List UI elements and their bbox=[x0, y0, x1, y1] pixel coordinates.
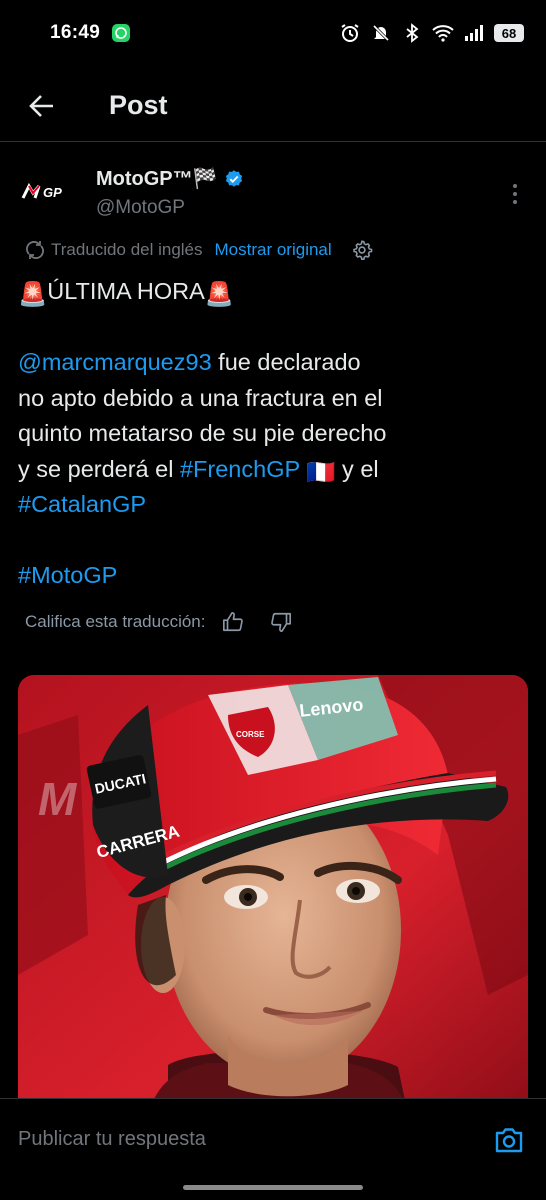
home-indicator[interactable] bbox=[183, 1185, 363, 1190]
hashtag-catalangp[interactable]: #CatalanGP bbox=[18, 491, 146, 517]
more-options-button[interactable] bbox=[500, 172, 530, 216]
text-segment: fue declarado bbox=[211, 349, 361, 375]
status-time: 16:49 bbox=[50, 22, 101, 43]
text-segment: y se perderá el bbox=[18, 455, 180, 482]
text-segment: no apto debido a una fractura en el bbox=[18, 384, 383, 411]
signal-icon bbox=[463, 22, 485, 44]
headline-line: 🚨ÚLTIMA HORA🚨 bbox=[18, 274, 528, 310]
rider-photo: M DUCATI CARRERA CORSE Lenovo bbox=[18, 675, 528, 1115]
author-display-name[interactable]: MotoGP™🏁 bbox=[96, 166, 218, 191]
motogp-logo-icon: GP bbox=[21, 182, 62, 200]
bluetooth-icon bbox=[401, 22, 423, 44]
reply-composer bbox=[0, 1098, 546, 1180]
reply-input[interactable] bbox=[18, 1128, 492, 1151]
gear-icon bbox=[352, 240, 372, 261]
translate-icon bbox=[26, 241, 44, 259]
rate-translation-label: Califica esta traducción: bbox=[25, 612, 206, 631]
siren-emoji: 🚨 bbox=[204, 281, 235, 307]
siren-emoji: 🚨 bbox=[18, 281, 48, 307]
thumbs-down-button[interactable] bbox=[267, 608, 295, 636]
mention-link[interactable]: @marcmarquez93 bbox=[18, 349, 212, 375]
verified-badge-icon bbox=[225, 169, 242, 187]
arrow-left-icon bbox=[29, 94, 53, 117]
post-text: 🚨ÚLTIMA HORA🚨 @marcmarquez93 fue declara… bbox=[18, 274, 528, 594]
thumbs-up-icon bbox=[223, 612, 244, 632]
alarm-icon bbox=[339, 22, 361, 44]
hashtag-frenchgp[interactable]: #FrenchGP bbox=[180, 456, 300, 482]
rate-translation: Califica esta traducción: bbox=[25, 607, 295, 637]
headline: ÚLTIMA HORA bbox=[47, 278, 205, 304]
avatar[interactable]: GP bbox=[18, 160, 80, 222]
mute-icon bbox=[370, 22, 392, 44]
cap-logo-text: CORSE bbox=[236, 730, 265, 739]
camera-button[interactable] bbox=[492, 1123, 526, 1157]
text-segment: y el bbox=[335, 455, 379, 482]
camera-icon bbox=[495, 1127, 523, 1152]
show-original-link[interactable]: Mostrar original bbox=[215, 240, 332, 260]
svg-text:M: M bbox=[38, 773, 78, 825]
text-segment: quinto metatarso de su pie derecho bbox=[18, 420, 387, 446]
back-button[interactable] bbox=[19, 83, 65, 129]
post-image[interactable]: M DUCATI CARRERA CORSE Lenovo bbox=[18, 675, 528, 1115]
post-author: GP MotoGP™🏁 @MotoGP bbox=[18, 160, 530, 230]
status-bar: 16:49 68 bbox=[0, 0, 546, 66]
top-app-bar: Post bbox=[0, 70, 546, 142]
wifi-icon bbox=[432, 22, 454, 44]
battery-icon: 68 bbox=[494, 24, 524, 42]
thumbs-up-button[interactable] bbox=[219, 608, 247, 636]
translated-label: Traducido del inglés bbox=[51, 240, 203, 259]
thumbs-down-icon bbox=[271, 612, 292, 632]
whatsapp-icon bbox=[112, 24, 131, 42]
hashtag-motogp[interactable]: #MotoGP bbox=[18, 562, 117, 588]
page-title: Post bbox=[109, 90, 168, 120]
translation-settings-button[interactable] bbox=[350, 238, 374, 262]
author-handle[interactable]: @MotoGP bbox=[96, 197, 244, 219]
svg-text:GP: GP bbox=[43, 185, 62, 200]
france-flag-emoji: 🇫🇷 bbox=[306, 458, 336, 485]
translation-notice: Traducido del inglés Mostrar original bbox=[25, 236, 374, 264]
more-vertical-icon bbox=[513, 184, 517, 204]
